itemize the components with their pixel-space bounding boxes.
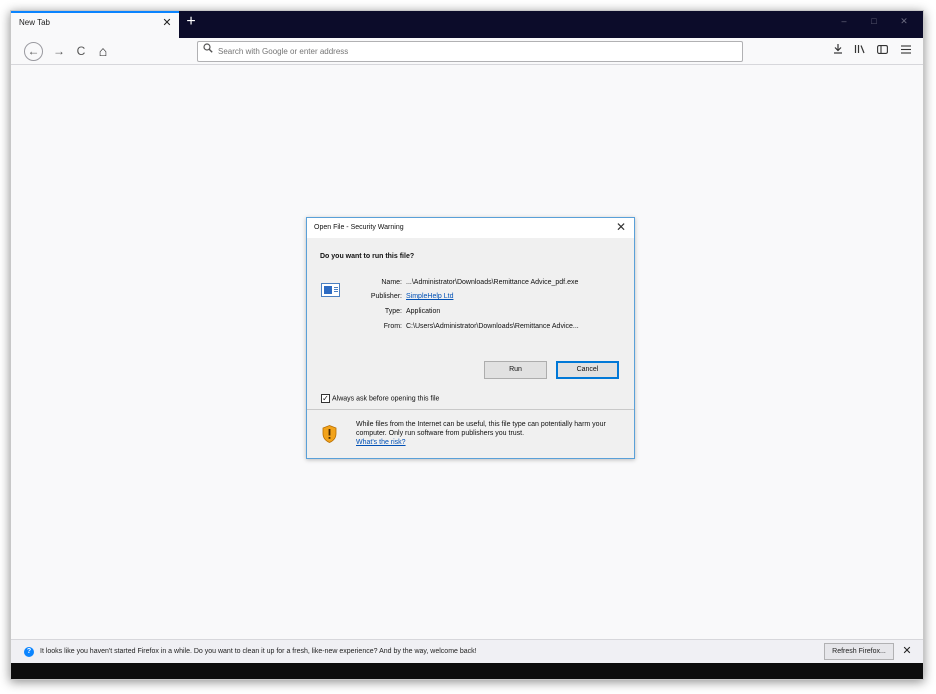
search-input[interactable] [218, 43, 718, 60]
tab-strip: New Tab ✕ + – □ ✕ [11, 11, 923, 38]
notification-bar: ? It looks like you haven't started Fire… [11, 639, 923, 663]
publisher-label: Publisher: [370, 293, 402, 300]
type-value: Application [406, 308, 441, 315]
tab-title: New Tab [19, 18, 50, 27]
close-tab-icon[interactable]: ✕ [161, 16, 173, 29]
forward-icon[interactable]: → [49, 42, 69, 60]
warning-area: While files from the Internet can be use… [307, 410, 634, 458]
maximize-icon[interactable]: □ [865, 16, 883, 26]
always-ask-row[interactable]: ✓ Always ask before opening this file [321, 394, 439, 403]
from-row: From: C:\Users\Administrator\Downloads\Re… [347, 323, 579, 330]
name-value: ...\Administrator\Downloads\Remittance A… [406, 279, 579, 286]
dialog-title: Open File - Security Warning [314, 224, 404, 231]
file-name-row: Name: ...\Administrator\Downloads\Remitta… [347, 279, 578, 286]
from-label: From: [383, 323, 402, 330]
new-tab-button[interactable]: + [182, 12, 200, 34]
tab-new-tab[interactable]: New Tab ✕ [11, 11, 179, 38]
downloads-icon[interactable] [829, 43, 847, 60]
menu-icon[interactable] [897, 43, 915, 60]
shield-warning-icon [322, 425, 337, 443]
type-row: Type: Application [347, 308, 440, 315]
info-icon: ? [24, 647, 34, 657]
taskbar-strip [11, 663, 923, 679]
back-icon[interactable]: ← [24, 42, 43, 61]
navigation-bar: ← → C ⌂ [11, 38, 923, 65]
address-bar[interactable] [197, 41, 743, 62]
minimize-icon[interactable]: – [835, 16, 853, 26]
always-ask-label: Always ask before opening this file [332, 395, 440, 403]
window-close-icon[interactable]: ✕ [895, 16, 913, 27]
library-icon[interactable] [851, 43, 869, 60]
security-warning-dialog: Open File - Security Warning ✕ Do you wa… [306, 217, 635, 459]
dialog-titlebar: Open File - Security Warning ✕ [307, 218, 634, 238]
warning-message: While files from the Internet can be use… [356, 421, 606, 437]
run-button[interactable]: Run [484, 361, 547, 379]
whats-the-risk-link[interactable]: What's the risk? [356, 438, 626, 447]
reload-icon[interactable]: C [71, 42, 91, 60]
from-value: C:\Users\Administrator\Downloads\Remitta… [406, 323, 579, 330]
dialog-question: Do you want to run this file? [320, 253, 415, 260]
notification-text: It looks like you haven't started Firefo… [40, 648, 477, 655]
dialog-close-icon[interactable]: ✕ [614, 220, 628, 234]
name-label: Name: [381, 279, 402, 286]
publisher-link[interactable]: SimpleHelp Ltd [406, 293, 453, 300]
always-ask-checkbox[interactable]: ✓ [321, 394, 330, 403]
browser-window: New Tab ✕ + – □ ✕ ← → C ⌂ Search with Go… [10, 10, 924, 680]
notification-close-icon[interactable]: ✕ [900, 644, 914, 657]
cancel-button[interactable]: Cancel [556, 361, 619, 379]
type-label: Type: [384, 308, 402, 315]
application-file-icon [321, 283, 340, 297]
home-icon[interactable]: ⌂ [93, 42, 113, 60]
publisher-row: Publisher: SimpleHelp Ltd [347, 293, 454, 300]
warning-text: While files from the Internet can be use… [356, 420, 626, 447]
sidebar-icon[interactable] [873, 43, 891, 60]
search-icon [203, 43, 213, 56]
refresh-firefox-button[interactable]: Refresh Firefox... [824, 643, 894, 660]
